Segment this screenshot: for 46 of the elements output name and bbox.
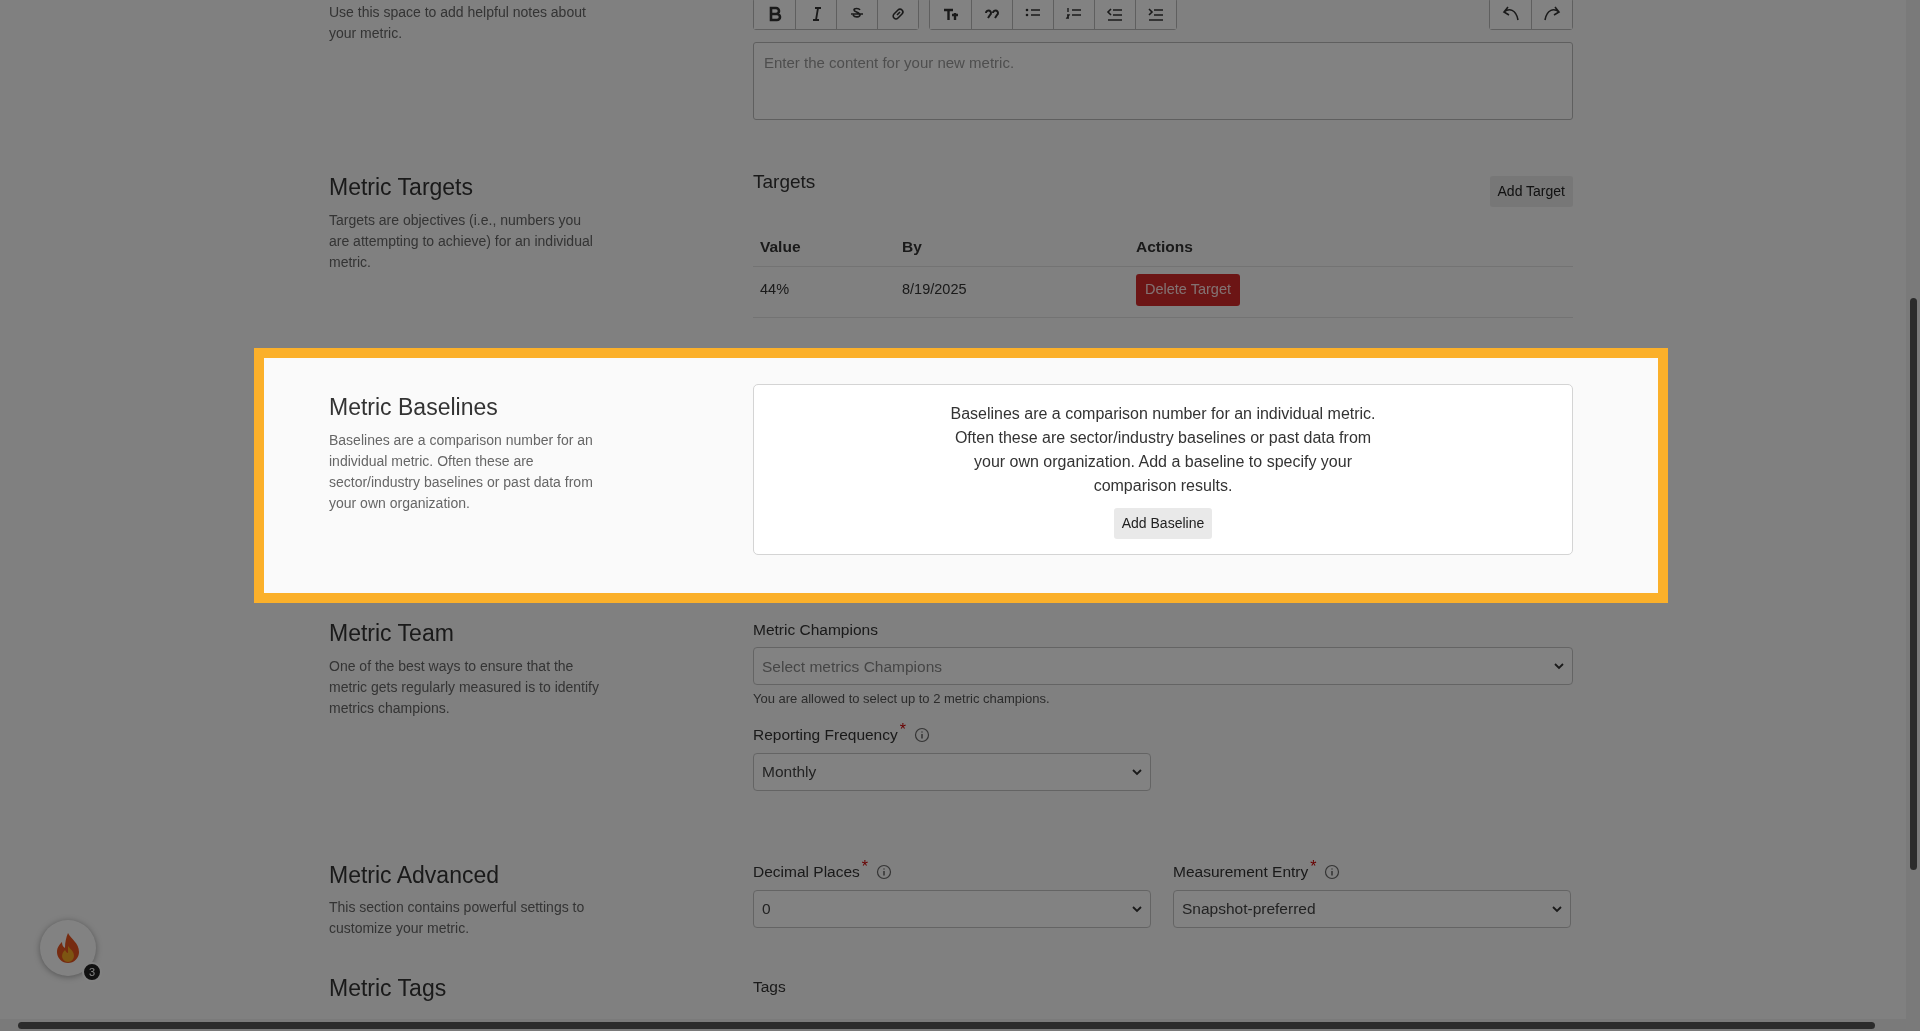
select-field[interactable]: Select metrics Champions: [753, 647, 1573, 686]
section-description: Baselines are a comparison number for an individual metric. Often these are sector/industry baselines or past data from your own organization.: [329, 430, 594, 513]
column-header: Actions: [1129, 227, 1573, 267]
horizontal-scrollbar[interactable]: [0, 1019, 1920, 1031]
section-title: Metric Team: [329, 620, 455, 648]
section-description: Use this space to add helpful notes about your metric.: [329, 3, 587, 43]
section-description: One of the best ways to ensure that the metric gets regularly measured is to identify metrics champions.: [329, 656, 600, 718]
section-title: Metric Tags: [329, 975, 448, 1003]
column-header: By: [895, 227, 1129, 267]
indent-icon: [1147, 5, 1165, 23]
empty-message: Baselines are a comparison number for an individual metric. Often these are sector/industry baselines or past data from your own organization. Add a baseline to specify your comparison results.: [949, 404, 1377, 496]
section-description: This section contains powerful settings to customize your metric.: [329, 898, 586, 939]
field-hint: You are allowed to select up to 2 metric champions.: [753, 690, 1051, 709]
field-label: Reporting Frequency: [753, 725, 898, 746]
field-label: Decimal Places: [753, 862, 860, 883]
delete-target-button[interactable]: Delete Target: [1136, 274, 1240, 306]
section-description: Targets are objectives (i.e., numbers you are attempting to achieve) for an individual metric.: [329, 210, 594, 272]
info-icon[interactable]: [914, 726, 930, 743]
vertical-scrollbar[interactable]: [1906, 0, 1920, 1019]
toolbar-button[interactable]: [877, 0, 918, 29]
toolbar-button[interactable]: [1531, 0, 1572, 29]
field-label: Metric Champions: [753, 620, 878, 640]
required-mark: *: [1310, 856, 1317, 877]
redo-icon: [1543, 5, 1561, 23]
table-cell: 44%: [753, 266, 895, 318]
column-header: Value: [753, 227, 895, 267]
select-field[interactable]: 0: [753, 889, 1151, 928]
info-icon[interactable]: [1324, 863, 1341, 880]
required-mark: *: [899, 719, 906, 740]
required-mark: *: [861, 856, 869, 877]
section-title: Metric Targets: [329, 174, 474, 202]
select-field[interactable]: Monthly: [753, 752, 1151, 791]
table-cell: 8/19/2025: [895, 266, 1129, 318]
info-icon[interactable]: [876, 863, 893, 880]
select-field[interactable]: Snapshot-preferred: [1173, 889, 1571, 928]
section-title: Metric Baselines: [329, 394, 499, 422]
outdent-icon: [1106, 5, 1124, 23]
field-label: Tags: [753, 977, 786, 998]
toolbar-button[interactable]: [1135, 0, 1176, 29]
undo-icon: [1501, 5, 1520, 23]
add-target-button[interactable]: Add Target: [1489, 176, 1573, 207]
field-label: Measurement Entry: [1173, 862, 1309, 883]
add-baseline-button[interactable]: Add Baseline: [1113, 508, 1213, 539]
link-icon: [889, 5, 907, 23]
panel-title: Targets: [753, 170, 816, 194]
section-title: Metric Advanced: [329, 861, 501, 890]
